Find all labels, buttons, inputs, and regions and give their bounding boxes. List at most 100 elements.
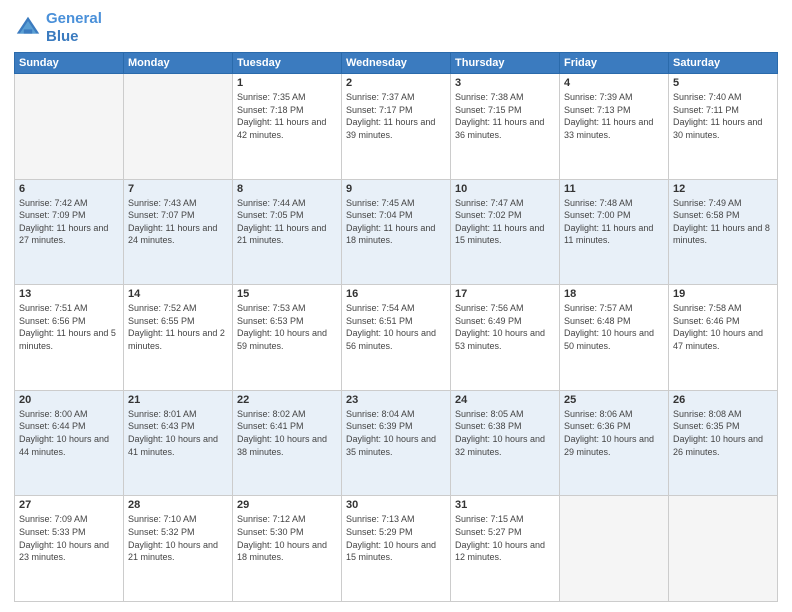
calendar-day-cell: 21Sunrise: 8:01 AMSunset: 6:43 PMDayligh… [124,390,233,496]
day-number: 5 [673,77,773,89]
day-info: Sunrise: 7:39 AMSunset: 7:13 PMDaylight:… [564,91,664,141]
calendar-day-cell: 31 Sunrise: 7:15 AMSunset: 5:27 PMDayligh… [451,496,560,602]
day-info: Sunrise: 7:44 AMSunset: 7:05 PMDaylight:… [237,197,337,247]
day-info: Sunrise: 8:04 AMSunset: 6:39 PMDaylight:… [346,408,446,458]
day-number: 11 [564,183,664,195]
day-number: 28 [128,499,228,511]
day-info: Sunrise: 7:37 AMSunset: 7:17 PMDaylight:… [346,91,446,141]
calendar-week-row: 27Sunrise: 7:09 AMSunset: 5:33 PMDayligh… [15,496,778,602]
day-info: Sunrise: 7:15 AMSunset: 5:27 PMDaylight:… [455,513,555,563]
day-number: 25 [564,394,664,406]
day-number: 27 [19,499,119,511]
day-number: 16 [346,288,446,300]
calendar-day-cell: 18Sunrise: 7:57 AMSunset: 6:48 PMDayligh… [560,285,669,391]
calendar-day-cell: 30 Sunrise: 7:13 AMSunset: 5:29 PMDayligh… [342,496,451,602]
calendar-day-cell: 11Sunrise: 7:48 AMSunset: 7:00 PMDayligh… [560,179,669,285]
day-info: Sunrise: 7:35 AMSunset: 7:18 PMDaylight:… [237,91,337,141]
calendar-day-cell: 4 Sunrise: 7:39 AMSunset: 7:13 PMDaylight… [560,74,669,180]
day-number: 13 [19,288,119,300]
day-info: Sunrise: 7:51 AMSunset: 6:56 PMDaylight:… [19,302,119,352]
day-header-sunday: Sunday [15,53,124,74]
day-number: 6 [19,183,119,195]
day-number: 26 [673,394,773,406]
day-info: Sunrise: 7:57 AMSunset: 6:48 PMDaylight:… [564,302,664,352]
day-header-thursday: Thursday [451,53,560,74]
calendar-day-cell: 12Sunrise: 7:49 AMSunset: 6:58 PMDayligh… [669,179,778,285]
day-header-saturday: Saturday [669,53,778,74]
logo: General Blue [14,10,102,46]
calendar-day-cell: 17 Sunrise: 7:56 AMSunset: 6:49 PMDayligh… [451,285,560,391]
day-info: Sunrise: 7:47 AMSunset: 7:02 PMDaylight:… [455,197,555,247]
calendar-day-cell: 3Sunrise: 7:38 AMSunset: 7:15 PMDaylight… [451,74,560,180]
day-number: 19 [673,288,773,300]
day-info: Sunrise: 7:42 AMSunset: 7:09 PMDaylight:… [19,197,119,247]
day-number: 8 [237,183,337,195]
day-number: 1 [237,77,337,89]
calendar-day-cell: 16 Sunrise: 7:54 AMSunset: 6:51 PMDayligh… [342,285,451,391]
calendar-day-cell: 26 Sunrise: 8:08 AMSunset: 6:35 PMDayligh… [669,390,778,496]
calendar-day-cell: 7 Sunrise: 7:43 AMSunset: 7:07 PMDaylight… [124,179,233,285]
day-info: Sunrise: 7:43 AMSunset: 7:07 PMDaylight:… [128,197,228,247]
day-info: Sunrise: 8:00 AMSunset: 6:44 PMDaylight:… [19,408,119,458]
day-number: 2 [346,77,446,89]
calendar-day-cell: 22 Sunrise: 8:02 AMSunset: 6:41 PMDayligh… [233,390,342,496]
day-number: 14 [128,288,228,300]
day-info: Sunrise: 8:08 AMSunset: 6:35 PMDaylight:… [673,408,773,458]
calendar-week-row: 1 Sunrise: 7:35 AMSunset: 7:18 PMDaylight… [15,74,778,180]
calendar-day-cell: 13 Sunrise: 7:51 AMSunset: 6:56 PMDayligh… [15,285,124,391]
header: General Blue [14,10,778,46]
calendar-day-cell: 2 Sunrise: 7:37 AMSunset: 7:17 PMDaylight… [342,74,451,180]
day-number: 23 [346,394,446,406]
calendar-table: SundayMondayTuesdayWednesdayThursdayFrid… [14,52,778,602]
day-info: Sunrise: 7:38 AMSunset: 7:15 PMDaylight:… [455,91,555,141]
day-info: Sunrise: 7:13 AMSunset: 5:29 PMDaylight:… [346,513,446,563]
day-info: Sunrise: 7:53 AMSunset: 6:53 PMDaylight:… [237,302,337,352]
empty-cell [124,74,233,180]
day-info: Sunrise: 7:45 AMSunset: 7:04 PMDaylight:… [346,197,446,247]
calendar-day-cell: 5Sunrise: 7:40 AMSunset: 7:11 PMDaylight… [669,74,778,180]
calendar-day-cell: 28 Sunrise: 7:10 AMSunset: 5:32 PMDayligh… [124,496,233,602]
logo-text: General Blue [46,10,102,46]
day-number: 7 [128,183,228,195]
day-info: Sunrise: 7:10 AMSunset: 5:32 PMDaylight:… [128,513,228,563]
day-header-monday: Monday [124,53,233,74]
day-header-friday: Friday [560,53,669,74]
calendar-day-cell: 23 Sunrise: 8:04 AMSunset: 6:39 PMDayligh… [342,390,451,496]
day-info: Sunrise: 8:05 AMSunset: 6:38 PMDaylight:… [455,408,555,458]
day-number: 30 [346,499,446,511]
day-number: 31 [455,499,555,511]
calendar-day-cell: 1 Sunrise: 7:35 AMSunset: 7:18 PMDaylight… [233,74,342,180]
day-header-wednesday: Wednesday [342,53,451,74]
calendar-day-cell: 25 Sunrise: 8:06 AMSunset: 6:36 PMDayligh… [560,390,669,496]
day-header-tuesday: Tuesday [233,53,342,74]
calendar-header-row: SundayMondayTuesdayWednesdayThursdayFrid… [15,53,778,74]
day-number: 21 [128,394,228,406]
day-number: 15 [237,288,337,300]
calendar-day-cell: 8 Sunrise: 7:44 AMSunset: 7:05 PMDaylight… [233,179,342,285]
day-number: 22 [237,394,337,406]
calendar-day-cell: 19Sunrise: 7:58 AMSunset: 6:46 PMDayligh… [669,285,778,391]
day-number: 4 [564,77,664,89]
empty-cell [560,496,669,602]
day-info: Sunrise: 7:52 AMSunset: 6:55 PMDaylight:… [128,302,228,352]
empty-cell [669,496,778,602]
calendar-day-cell: 9 Sunrise: 7:45 AMSunset: 7:04 PMDaylight… [342,179,451,285]
day-number: 29 [237,499,337,511]
logo-icon [14,14,42,42]
day-number: 17 [455,288,555,300]
day-number: 12 [673,183,773,195]
page: General Blue SundayMondayTuesdayWednesda… [0,0,792,612]
day-info: Sunrise: 7:56 AMSunset: 6:49 PMDaylight:… [455,302,555,352]
day-info: Sunrise: 7:12 AMSunset: 5:30 PMDaylight:… [237,513,337,563]
day-number: 10 [455,183,555,195]
day-info: Sunrise: 8:02 AMSunset: 6:41 PMDaylight:… [237,408,337,458]
calendar-day-cell: 6 Sunrise: 7:42 AMSunset: 7:09 PMDaylight… [15,179,124,285]
calendar-day-cell: 14 Sunrise: 7:52 AMSunset: 6:55 PMDayligh… [124,285,233,391]
empty-cell [15,74,124,180]
day-number: 9 [346,183,446,195]
calendar-day-cell: 29 Sunrise: 7:12 AMSunset: 5:30 PMDayligh… [233,496,342,602]
day-info: Sunrise: 7:54 AMSunset: 6:51 PMDaylight:… [346,302,446,352]
calendar-week-row: 20Sunrise: 8:00 AMSunset: 6:44 PMDayligh… [15,390,778,496]
day-info: Sunrise: 8:06 AMSunset: 6:36 PMDaylight:… [564,408,664,458]
calendar-day-cell: 10 Sunrise: 7:47 AMSunset: 7:02 PMDayligh… [451,179,560,285]
